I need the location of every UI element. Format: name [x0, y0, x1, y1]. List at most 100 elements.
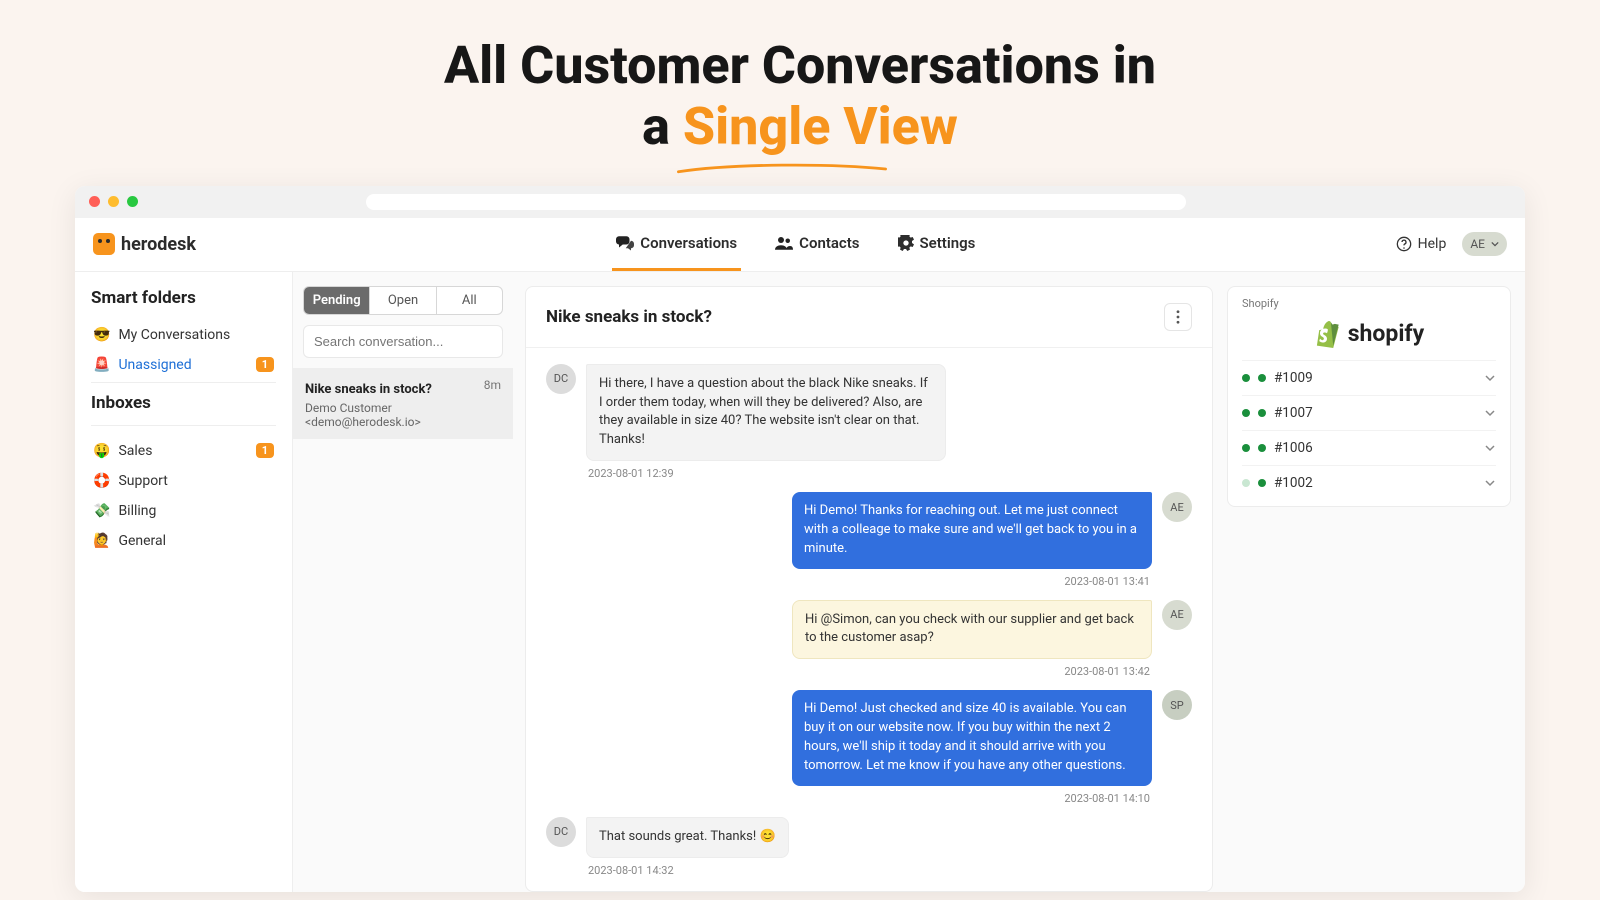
conv-time: 8m [484, 378, 501, 392]
message-note: Hi @Simon, can you check with our suppli… [546, 600, 1192, 660]
brand-name: herodesk [121, 234, 196, 255]
sidebar-billing[interactable]: 💸Billing [91, 496, 276, 526]
status-dot-icon [1258, 374, 1266, 382]
tab-pending[interactable]: Pending [304, 287, 370, 314]
money-icon: 🤑 [93, 443, 110, 459]
order-row[interactable]: #1002 [1242, 465, 1496, 500]
status-dot-icon [1242, 479, 1250, 487]
sidebar-support[interactable]: 🛟Support [91, 466, 276, 496]
chevron-down-icon [1484, 409, 1496, 417]
user-avatar: AE [1470, 237, 1485, 251]
order-id: #1002 [1274, 475, 1313, 491]
chevron-down-icon [1484, 374, 1496, 382]
thread-actions-button[interactable] [1164, 303, 1192, 331]
order-row[interactable]: #1006 [1242, 430, 1496, 465]
nav-settings[interactable]: Settings [894, 218, 980, 271]
message-timestamp: 2023-08-01 14:10 [546, 792, 1150, 805]
sidebar-unassigned[interactable]: 🚨Unassigned1 [91, 350, 276, 380]
thread-header: Nike sneaks in stock? [526, 287, 1212, 348]
help-icon [1396, 236, 1412, 252]
hero-line1: All Customer Conversations in [444, 35, 1156, 96]
avatar-ae: AE [1162, 600, 1192, 630]
divider [91, 425, 276, 426]
brand-logo[interactable]: herodesk [93, 233, 196, 255]
chevron-down-icon [1484, 479, 1496, 487]
messages: DC Hi there, I have a question about the… [526, 348, 1212, 891]
message-incoming: DC That sounds great. Thanks! 😊 [546, 817, 1192, 858]
conv-sender: Demo Customer <demo@herodesk.io> [305, 401, 501, 429]
thread-title: Nike sneaks in stock? [546, 307, 712, 327]
url-bar[interactable] [366, 194, 1186, 210]
shopify-logo: shopify [1242, 310, 1496, 360]
message-body: Hi @Simon, can you check with our suppli… [792, 600, 1152, 660]
nav-contacts[interactable]: Contacts [771, 218, 863, 271]
shopify-bag-icon [1314, 320, 1340, 348]
divider [91, 382, 276, 383]
contacts-icon [775, 236, 793, 250]
status-dot-icon [1258, 479, 1266, 487]
chat-icon [616, 235, 634, 251]
conversation-list: Pending Open All Nike sneaks in stock? 8m… [293, 272, 513, 892]
avatar-dc: DC [546, 364, 576, 394]
window-close-icon[interactable] [89, 196, 100, 207]
message-body: Hi Demo! Just checked and size 40 is ava… [792, 690, 1152, 785]
status-dot-icon [1242, 374, 1250, 382]
message-body: That sounds great. Thanks! 😊 [586, 817, 789, 858]
window-minimize-icon[interactable] [108, 196, 119, 207]
main-nav: Conversations Contacts Settings [612, 218, 979, 271]
context-panel: Shopify shopify #1009 #1007 #1006 #1002 [1225, 272, 1525, 892]
conv-title: Nike sneaks in stock? [305, 382, 432, 397]
avatar-sp: SP [1162, 690, 1192, 720]
sidebar-my-conversations[interactable]: 😎My Conversations [91, 320, 276, 350]
user-menu[interactable]: AE [1462, 232, 1507, 256]
main-layout: Smart folders 😎My Conversations 🚨Unassig… [75, 272, 1525, 892]
shopify-panel: Shopify shopify #1009 #1007 #1006 #1002 [1227, 286, 1511, 507]
sales-badge: 1 [256, 443, 274, 458]
message-body: Hi Demo! Thanks for reaching out. Let me… [792, 492, 1152, 569]
hero-accent: Single View [683, 96, 958, 157]
message-outgoing: Hi Demo! Thanks for reaching out. Let me… [546, 492, 1192, 569]
order-row[interactable]: #1007 [1242, 395, 1496, 430]
tab-all[interactable]: All [437, 287, 502, 314]
list-tabs: Pending Open All [303, 286, 503, 315]
hero-line2-pre: a [642, 96, 683, 157]
order-id: #1007 [1274, 405, 1313, 421]
sidebar-general[interactable]: 🙋General [91, 526, 276, 556]
window-chrome [75, 186, 1525, 218]
chevron-down-icon [1484, 444, 1496, 452]
search-wrap [303, 325, 503, 358]
order-row[interactable]: #1009 [1242, 360, 1496, 395]
message-outgoing: Hi Demo! Just checked and size 40 is ava… [546, 690, 1192, 785]
tab-open[interactable]: Open [370, 287, 436, 314]
logo-icon [93, 233, 115, 255]
message-body: Hi there, I have a question about the bl… [586, 364, 946, 461]
lifebuoy-icon: 🛟 [93, 473, 110, 489]
search-input[interactable] [303, 325, 503, 358]
kebab-icon [1176, 310, 1180, 324]
inboxes-heading: Inboxes [91, 393, 276, 413]
order-id: #1009 [1274, 370, 1313, 386]
sidebar-sales[interactable]: 🤑Sales1 [91, 436, 276, 466]
panel-label: Shopify [1242, 297, 1496, 310]
status-dot-icon [1258, 409, 1266, 417]
window-maximize-icon[interactable] [127, 196, 138, 207]
nav-conversations[interactable]: Conversations [612, 218, 741, 271]
sidebar: Smart folders 😎My Conversations 🚨Unassig… [75, 272, 293, 892]
status-dot-icon [1242, 409, 1250, 417]
hero-title: All Customer Conversations in a Single V… [0, 0, 1600, 186]
message-timestamp: 2023-08-01 13:42 [546, 665, 1150, 678]
app-window: herodesk Conversations Contacts Settings… [75, 186, 1525, 892]
help-button[interactable]: Help [1396, 236, 1447, 252]
smart-folders-heading: Smart folders [91, 288, 276, 308]
avatar-dc: DC [546, 817, 576, 847]
status-dot-icon [1258, 444, 1266, 452]
underline-icon [677, 162, 887, 176]
message-timestamp: 2023-08-01 14:32 [588, 864, 1192, 877]
caret-down-icon [1491, 241, 1499, 247]
sunglasses-icon: 😎 [93, 327, 110, 343]
gear-icon [898, 235, 914, 251]
conversation-item[interactable]: Nike sneaks in stock? 8m Demo Customer <d… [293, 368, 513, 439]
avatar-ae: AE [1162, 492, 1192, 522]
alert-icon: 🚨 [93, 357, 110, 373]
thread-panel: Nike sneaks in stock? DC Hi there, I hav… [513, 272, 1225, 892]
